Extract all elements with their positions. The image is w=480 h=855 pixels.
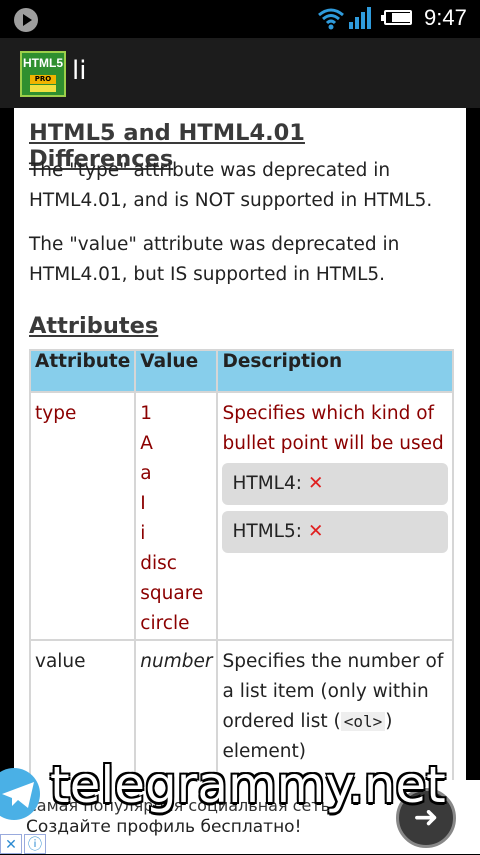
status-bar: 9:47 <box>0 0 480 38</box>
value-deprecation-text: The "value" attribute was deprecated in … <box>29 234 400 285</box>
play-icon <box>14 8 38 32</box>
html4-label: HTML4: <box>232 473 302 494</box>
close-icon[interactable]: ✕ <box>0 834 22 854</box>
attribute-type: type <box>28 391 137 641</box>
value-item: a <box>140 463 152 484</box>
type-description: Specifies which kind of bullet point wil… <box>216 391 455 641</box>
telegram-icon <box>0 768 40 820</box>
watermark-text: telegrammy.net <box>50 756 446 814</box>
table-header-row: Attribute Value Description <box>28 349 455 393</box>
value-item: 1 <box>140 403 153 424</box>
wifi-icon <box>318 8 344 30</box>
signal-icon <box>349 7 371 29</box>
value-item: A <box>140 433 153 454</box>
content-panel: HTML5 and HTML4.01 Differences The "type… <box>14 108 466 780</box>
html4-support: HTML4: ✕ <box>222 463 449 505</box>
value-item: disc <box>140 553 177 574</box>
type-description-text: Specifies which kind of bullet point wil… <box>222 403 444 454</box>
value-description-text: Specifies the number of a list item (onl… <box>222 651 444 732</box>
value-item: circle <box>140 613 190 634</box>
type-deprecation-text: The "type" attribute was deprecated in H… <box>29 160 433 211</box>
x-icon: ✕ <box>307 473 324 494</box>
app-logo[interactable]: HTML5 PRO <box>20 51 66 97</box>
x-icon: ✕ <box>307 521 324 542</box>
value-item: square <box>140 583 204 604</box>
attributes-table: Attribute Value Description type 1 A a I… <box>28 349 455 780</box>
status-clock: 9:47 <box>424 5 467 30</box>
type-values: 1 A a I i disc square circle <box>134 391 219 641</box>
info-icon[interactable]: ⓘ <box>24 834 46 854</box>
logo-strip <box>30 85 56 92</box>
table-row: type 1 A a I i disc square circle Specif… <box>28 391 455 641</box>
html5-label: HTML5: <box>232 521 302 542</box>
app-bar: HTML5 PRO li <box>0 38 480 108</box>
html5-support: HTML5: ✕ <box>222 511 449 553</box>
header-attribute: Attribute <box>28 349 137 393</box>
value-item: I <box>140 493 146 514</box>
logo-badge: PRO <box>30 75 56 84</box>
battery-icon <box>381 10 412 25</box>
header-value: Value <box>134 349 219 393</box>
ad-line2[interactable]: Создайте профиль бесплатно! <box>26 817 301 837</box>
attributes-heading: Attributes <box>29 313 159 339</box>
page-title: li <box>72 56 87 86</box>
logo-text: HTML5 <box>23 56 63 70</box>
header-description: Description <box>216 349 455 393</box>
ol-code: <ol> <box>340 712 386 731</box>
value-item: i <box>140 523 146 544</box>
